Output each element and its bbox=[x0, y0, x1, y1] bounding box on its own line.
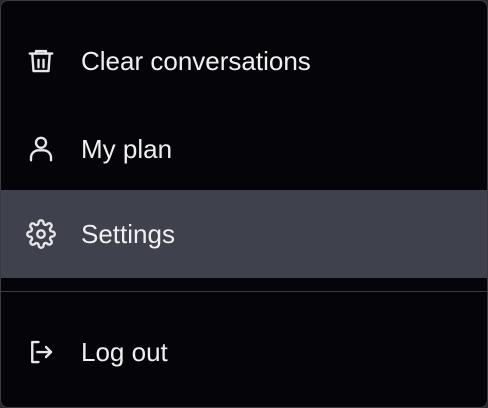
clear-conversations-item[interactable]: Clear conversations bbox=[1, 17, 487, 105]
my-plan-label: My plan bbox=[81, 134, 173, 164]
log-out-label: Log out bbox=[81, 337, 168, 367]
menu-divider bbox=[1, 291, 487, 292]
settings-item[interactable]: Settings bbox=[1, 190, 487, 278]
user-icon bbox=[25, 133, 57, 165]
clear-conversations-label: Clear conversations bbox=[81, 46, 311, 76]
my-plan-item[interactable]: My plan bbox=[1, 105, 487, 193]
log-out-item[interactable]: Log out bbox=[1, 308, 487, 396]
user-menu: Clear conversations My plan Settings Log… bbox=[0, 0, 488, 408]
logout-icon bbox=[25, 336, 57, 368]
settings-label: Settings bbox=[81, 219, 175, 249]
gear-icon bbox=[25, 218, 57, 250]
trash-icon bbox=[25, 45, 57, 77]
